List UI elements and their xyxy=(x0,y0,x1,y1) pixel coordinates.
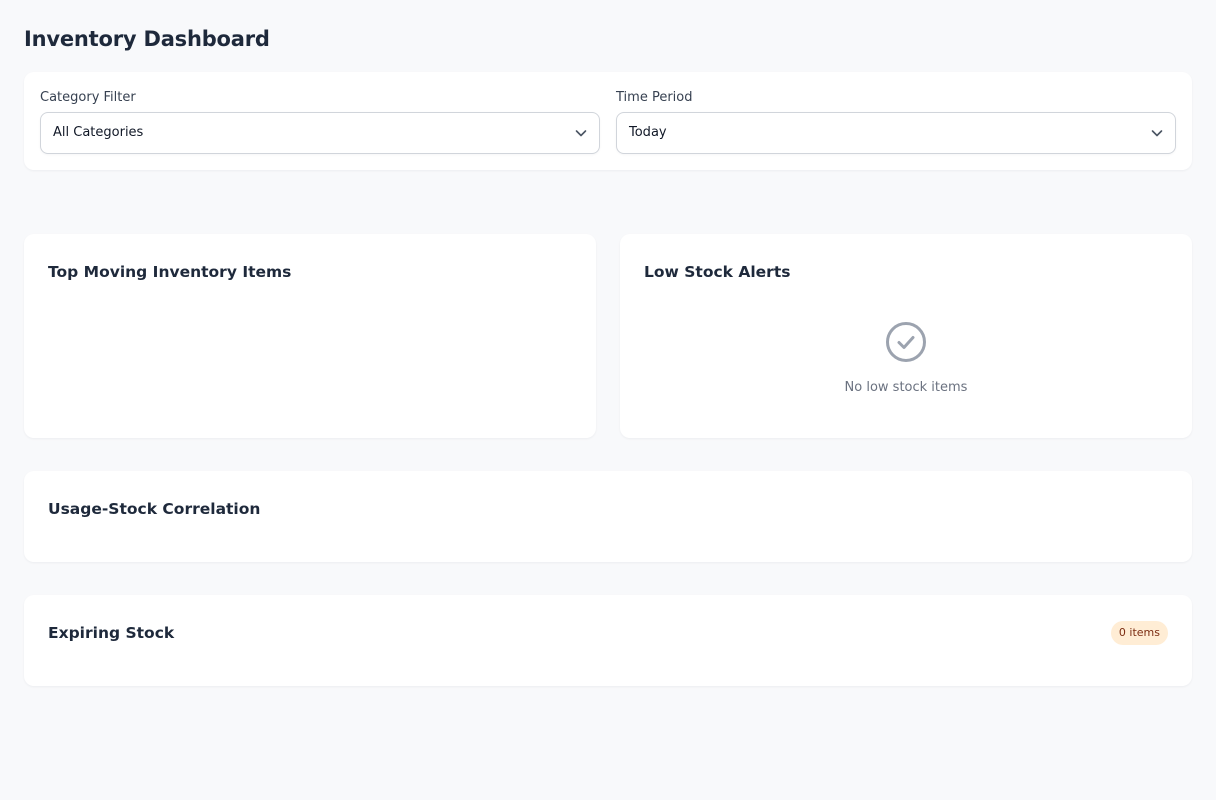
top-moving-card: Top Moving Inventory Items xyxy=(24,234,596,438)
expiring-stock-card: Expiring Stock 0 items xyxy=(24,595,1192,686)
low-stock-empty-text: No low stock items xyxy=(844,380,968,395)
time-period-label: Time Period xyxy=(616,90,693,105)
time-period-select-value: Today xyxy=(629,125,667,140)
time-period-select[interactable]: Today xyxy=(616,112,1176,154)
dashboard-page: Inventory Dashboard Category Filter All … xyxy=(0,0,1216,800)
check-circle-icon xyxy=(886,322,926,362)
filter-panel: Category Filter All Categories Time Peri… xyxy=(24,72,1192,170)
page-title: Inventory Dashboard xyxy=(24,27,270,51)
expiring-count-badge: 0 items xyxy=(1110,621,1168,645)
correlation-title: Usage-Stock Correlation xyxy=(48,500,261,518)
chevron-down-icon xyxy=(1151,130,1163,137)
expiring-stock-title: Expiring Stock xyxy=(48,624,175,642)
category-select-value: All Categories xyxy=(53,125,144,140)
chevron-down-icon xyxy=(575,130,587,137)
low-stock-card: Low Stock Alerts No low stock items xyxy=(620,234,1192,438)
top-moving-title: Top Moving Inventory Items xyxy=(48,263,292,281)
low-stock-title: Low Stock Alerts xyxy=(644,263,791,281)
category-select[interactable]: All Categories xyxy=(40,112,600,154)
category-filter-label: Category Filter xyxy=(40,90,136,105)
usage-stock-correlation-card: Usage-Stock Correlation xyxy=(24,471,1192,562)
